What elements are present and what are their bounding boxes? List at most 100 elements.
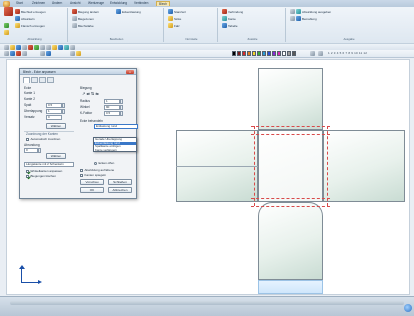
color-swatch[interactable] [257, 51, 261, 56]
ribbon-tab[interactable]: Werkzeuge [86, 1, 106, 6]
angle-edges-checkbox[interactable]: Winkelkanten anpassen [26, 169, 62, 173]
navigation-cube-icon[interactable] [404, 304, 412, 312]
measure-icon [296, 16, 301, 21]
edge-mode-combo[interactable]: Längskante mit 2 Schenkeln [24, 162, 74, 167]
ribbon-tab[interactable]: Ändern [50, 1, 64, 6]
ribbon-groups: Blechteil erzeugen Abwickeln Flansch erz… [0, 7, 414, 42]
color-swatch[interactable] [282, 51, 286, 56]
dropdown-option[interactable]: Kante verlängern [94, 149, 136, 153]
corner-treatment-combo[interactable]: Entlastung rund [94, 124, 138, 129]
fillet-spinner[interactable] [38, 148, 41, 153]
select-icon[interactable] [4, 51, 9, 56]
ribbon-button[interactable]: Abwickeln [15, 16, 35, 21]
gap-field[interactable]: 0.5 [46, 103, 62, 108]
ribbon-tab-strip: Start Zeichnen Ändern Ansicht Werkzeuge … [0, 0, 414, 7]
ribbon-tab[interactable]: Zeichnen [30, 1, 47, 6]
color-swatch[interactable] [252, 51, 256, 56]
linestyle-icon[interactable] [310, 51, 315, 56]
ribbon-button[interactable]: Verbindung [222, 9, 243, 14]
ribbon-button-label: Kante [228, 16, 236, 21]
ribbon-button[interactable] [4, 30, 9, 35]
radius-field[interactable]: 1 [104, 99, 120, 104]
flat-pattern-checkbox[interactable]: Abwicklung auf Ebene [80, 168, 114, 172]
snap-icon[interactable] [46, 51, 51, 56]
flange-top[interactable] [258, 68, 323, 130]
color-swatch[interactable] [292, 51, 296, 56]
ribbon-tab-active[interactable]: Blech [156, 1, 170, 6]
ribbon-button[interactable]: Kante [222, 16, 236, 21]
mirror-edges-checkbox[interactable]: Kanten spiegeln [80, 173, 106, 177]
dialog-title-bar[interactable]: Blech - Ecke anpassen x [20, 69, 136, 75]
ribbon-tab[interactable]: Ansicht [68, 1, 82, 6]
cancel-button[interactable]: Abbrechen [108, 187, 132, 193]
color-swatch[interactable] [242, 51, 246, 56]
text-icon[interactable] [76, 51, 81, 56]
color-swatch[interactable] [237, 51, 241, 56]
create-part-icon [15, 9, 20, 14]
ribbon-button[interactable]: Eckentlastung [116, 9, 141, 14]
ribbon-button[interactable]: Blechstärke [72, 23, 94, 28]
horizontal-scrollbar[interactable] [10, 301, 404, 305]
ribbon-button[interactable]: Falz [168, 23, 180, 28]
color-swatch[interactable] [287, 51, 291, 56]
auto-assign-checkbox[interactable]: Automatisch zuordnen [26, 137, 60, 141]
color-swatch[interactable] [267, 51, 271, 56]
dialog-tab[interactable] [47, 77, 54, 83]
dialog-tab[interactable] [23, 77, 30, 83]
grid-icon[interactable] [40, 51, 45, 56]
color-swatch[interactable] [247, 51, 251, 56]
color-swatch[interactable] [277, 51, 281, 56]
flange-right[interactable] [323, 130, 405, 202]
base-plate[interactable] [258, 130, 323, 202]
ribbon-tab[interactable]: Start [14, 1, 25, 6]
dialog-tab[interactable] [31, 77, 38, 83]
fillet-field[interactable]: 0 [24, 148, 38, 153]
bend-direction-icon[interactable]: ↗ ⇄ ⇅ ⇆ [82, 91, 99, 96]
overlap-spinner[interactable] [62, 109, 65, 114]
angle-spinner[interactable] [120, 105, 123, 110]
rectangle-icon[interactable] [22, 51, 27, 56]
ribbon-button[interactable]: Abwicklung ausgeben [290, 9, 331, 14]
hatch-icon[interactable] [70, 51, 75, 56]
dialog-tab[interactable] [39, 77, 46, 83]
offset-field[interactable]: 0 [46, 115, 62, 120]
color-swatch[interactable] [262, 51, 266, 56]
select-button[interactable]: Wählen [46, 123, 66, 129]
open-corners-checkbox[interactable]: Ecken offen [94, 161, 114, 165]
ribbon-button[interactable]: Sicke [168, 16, 181, 21]
ribbon-button[interactable]: Stanzteil [168, 9, 186, 14]
close-dialog-button[interactable]: Schließen [108, 179, 132, 185]
circle-icon[interactable] [16, 51, 21, 56]
flange-bottom-lip[interactable] [258, 280, 323, 294]
line-icon[interactable] [10, 51, 15, 56]
ribbon-button[interactable]: Bemaßung [290, 16, 317, 21]
select-button-2[interactable]: Wählen [46, 153, 66, 159]
k-factor-field[interactable]: 0.5 [104, 111, 120, 116]
ribbon-button[interactable]: Blechteil erzeugen [15, 9, 46, 14]
flange-bottom[interactable] [258, 202, 323, 280]
corner-treatment-dropdown[interactable]: Gerade Überlappung Eckentlastung rund Sp… [93, 137, 137, 152]
layer-number-strip[interactable]: 1 2 3 4 5 6 7 8 9 10 11 12 [328, 51, 367, 55]
ribbon-group-ausgabe: Abwicklung ausgeben Bemaßung Ausgabe [288, 8, 410, 42]
ribbon-tab[interactable]: Entwicklung [108, 1, 129, 6]
k-factor-spinner[interactable] [120, 111, 123, 116]
color-swatch[interactable] [232, 51, 236, 56]
export-icon [290, 9, 295, 14]
delete-bends-checkbox[interactable]: Biegungen löschen [26, 174, 56, 178]
lineweight-icon[interactable] [318, 51, 323, 56]
color-swatch[interactable] [272, 51, 276, 56]
gap-spinner[interactable] [62, 103, 65, 108]
ribbon-button[interactable] [4, 23, 9, 28]
ribbon-button[interactable] [4, 7, 13, 16]
close-button[interactable]: x [126, 70, 134, 74]
angle-field[interactable]: 90 [104, 105, 120, 110]
ribbon-button[interactable]: Biegung ändern [72, 9, 99, 14]
radius-spinner[interactable] [120, 99, 123, 104]
ribbon-tab[interactable]: Verbinden [132, 1, 150, 6]
ribbon-button[interactable]: Tabelle [222, 23, 238, 28]
ribbon-button[interactable]: Biegezonen [72, 16, 94, 21]
preview-button[interactable]: Vorschau [80, 179, 104, 185]
ribbon-button[interactable]: Flansch erzeugen [15, 23, 45, 28]
ok-button[interactable]: OK [80, 187, 104, 193]
overlap-field[interactable]: 1 [46, 109, 62, 114]
